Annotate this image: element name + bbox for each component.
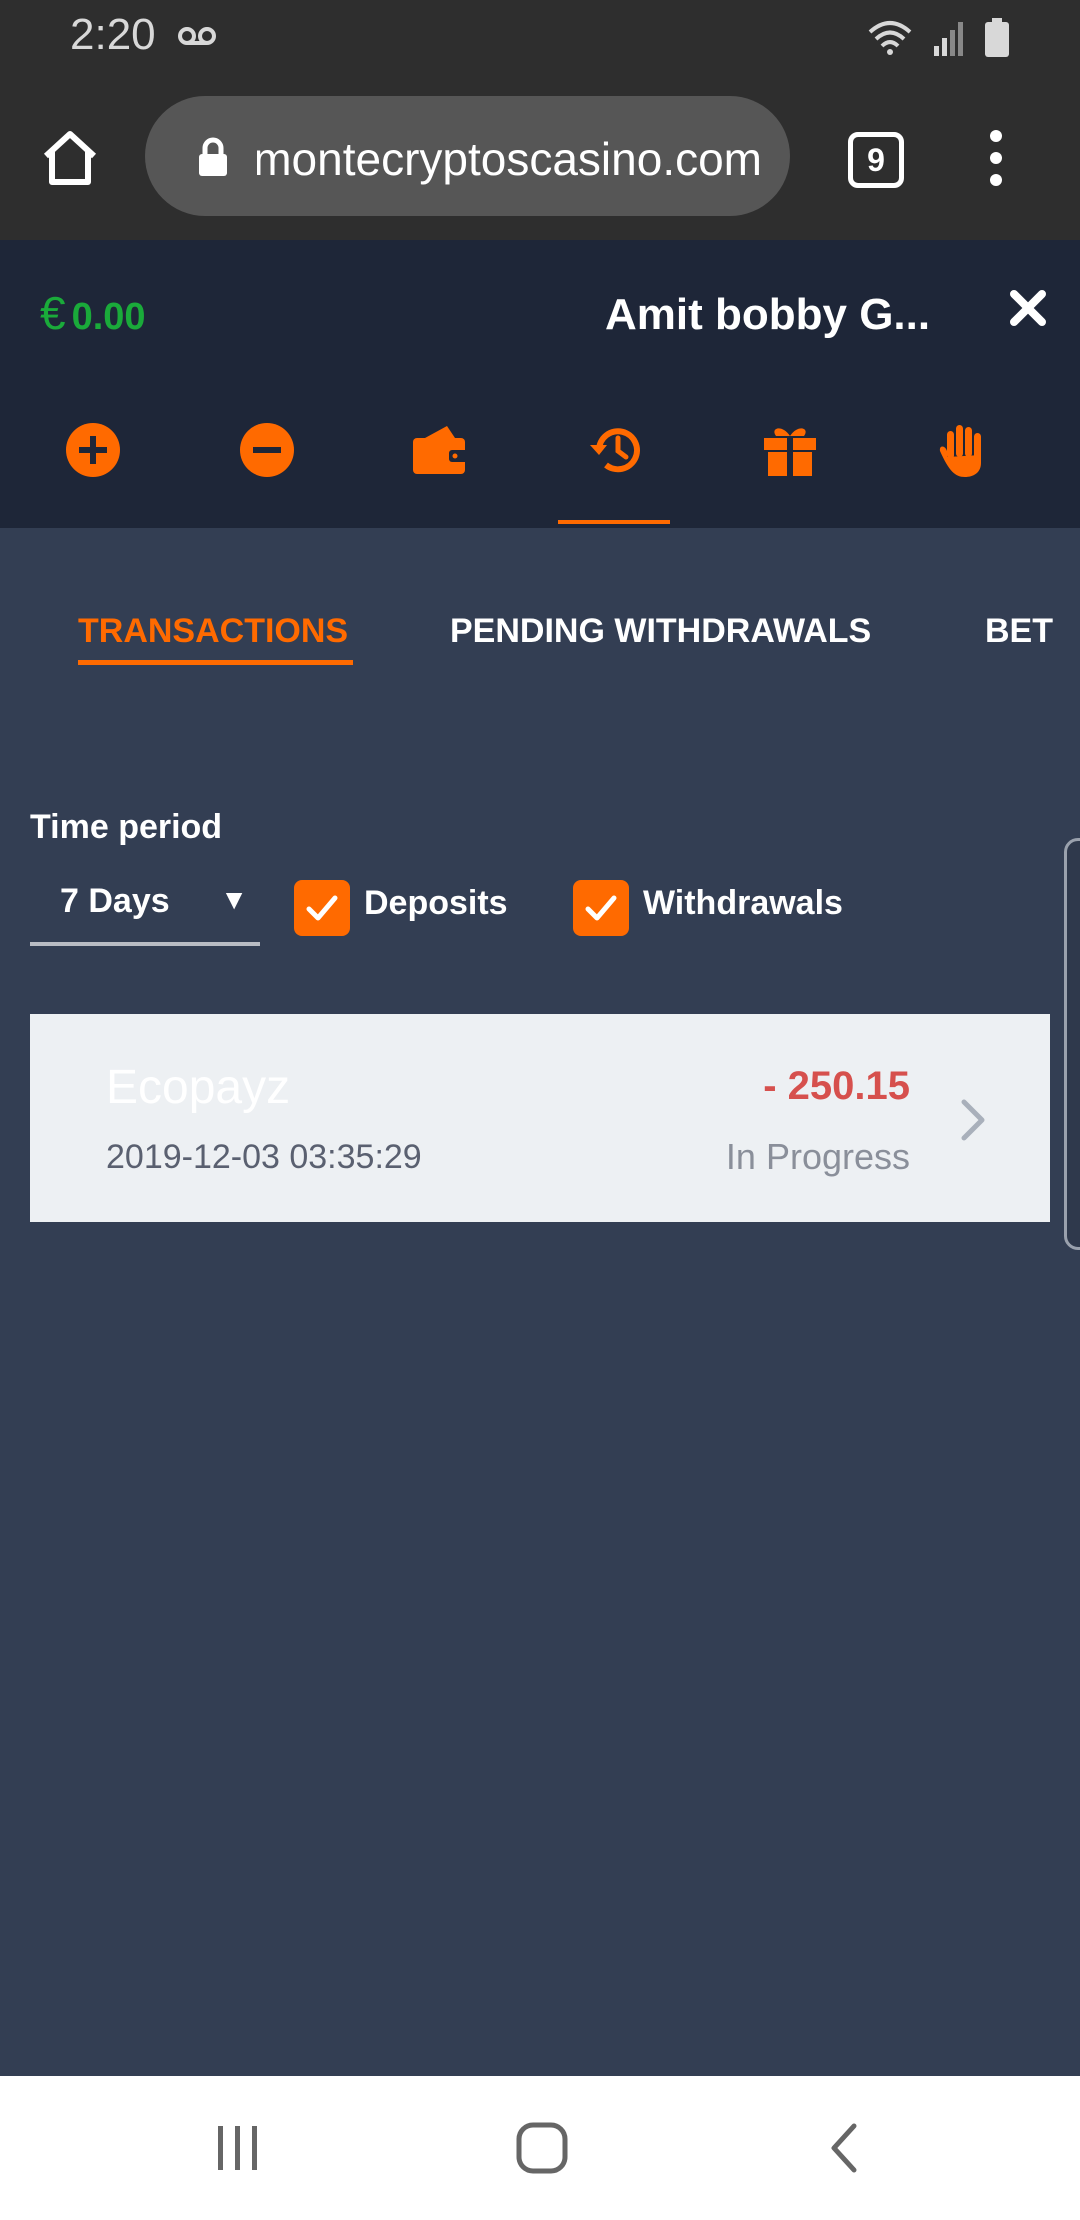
home-nav-icon[interactable] [514, 2120, 570, 2176]
home-icon[interactable] [38, 126, 102, 190]
active-nav-indicator [558, 520, 670, 524]
browser-toolbar: montecryptoscasino.com 9 [0, 76, 1080, 240]
url-text: montecryptoscasino.com [257, 133, 762, 185]
tab-bet[interactable]: BET [985, 612, 1053, 651]
currency-symbol: € [40, 287, 66, 339]
deposits-label: Deposits [364, 884, 508, 922]
status-bar: 2:20 [0, 0, 1080, 76]
balance-amount: 0.00 [71, 296, 146, 338]
address-bar[interactable]: montecryptoscasino.com [145, 96, 790, 216]
status-time: 2:20 [70, 10, 156, 59]
transaction-date: 2019-12-03 03:35:29 [106, 1138, 422, 1176]
wifi-icon [868, 21, 912, 55]
deposits-checkbox[interactable] [294, 880, 350, 936]
checkmark-icon [585, 895, 617, 921]
history-icon[interactable] [576, 410, 656, 490]
checkmark-icon [306, 895, 338, 921]
scrollbar[interactable] [1064, 838, 1080, 1250]
balance: €0.00 [40, 286, 146, 340]
transaction-status: In Progress [725, 1136, 910, 1177]
back-icon[interactable] [824, 2120, 864, 2176]
tab-switcher-button[interactable]: 9 [848, 132, 904, 188]
transaction-tabs: TRANSACTIONS PENDING WITHDRAWALS BET [0, 528, 1080, 678]
battery-icon [985, 18, 1009, 57]
system-navigation-bar [0, 2076, 1080, 2220]
transaction-method: Ecopayz [106, 1061, 291, 1114]
withdraw-icon[interactable] [227, 410, 307, 490]
time-period-label: Time period [30, 808, 223, 846]
tab-transactions[interactable]: TRANSACTIONS [78, 612, 348, 651]
lock-icon [199, 137, 227, 176]
withdrawals-checkbox[interactable] [573, 880, 629, 936]
close-icon[interactable] [1008, 288, 1048, 328]
account-header: €0.00 Amit bobby G... [0, 240, 1080, 528]
wallet-icon[interactable] [401, 410, 481, 490]
voicemail-icon [178, 27, 216, 45]
signal-icon [934, 22, 963, 56]
more-menu-icon[interactable] [978, 126, 1014, 190]
hand-icon[interactable] [923, 410, 1003, 490]
deposit-icon[interactable] [53, 410, 133, 490]
transaction-row[interactable]: Ecopayz 2019-12-03 03:35:29 - 250.15 In … [30, 1014, 1050, 1222]
gift-icon[interactable] [750, 410, 830, 490]
withdrawals-label: Withdrawals [643, 884, 843, 922]
active-tab-indicator [78, 660, 353, 665]
chevron-right-icon[interactable] [958, 1096, 988, 1144]
time-period-select[interactable]: 7 Days ▼ [30, 870, 260, 946]
account-nav [0, 410, 1080, 528]
username: Amit bobby G... [605, 290, 931, 339]
transaction-amount: - 250.15 [763, 1064, 910, 1108]
tab-pending-withdrawals[interactable]: PENDING WITHDRAWALS [450, 612, 871, 651]
time-period-value: 7 Days [60, 882, 170, 920]
recent-apps-icon[interactable] [214, 2120, 262, 2176]
dropdown-arrow-icon: ▼ [220, 884, 248, 915]
